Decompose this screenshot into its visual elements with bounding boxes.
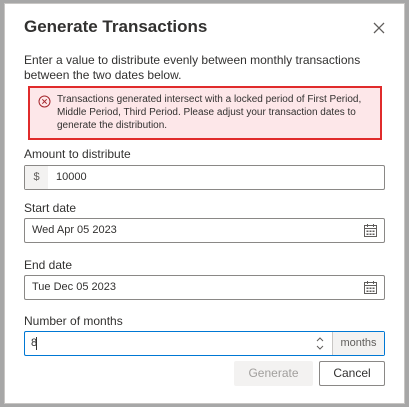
currency-prefix: $ — [25, 166, 48, 189]
amount-field[interactable]: $ 10000 — [24, 165, 385, 190]
error-message-bar: Transactions generated intersect with a … — [28, 86, 382, 140]
cancel-button[interactable]: Cancel — [319, 361, 385, 386]
close-icon — [373, 22, 385, 34]
calendar-icon[interactable] — [364, 281, 377, 294]
amount-input[interactable]: 10000 — [56, 166, 87, 189]
spinner-arrows-icon[interactable] — [315, 335, 325, 352]
start-date-label: Start date — [24, 201, 77, 215]
dialog-title: Generate Transactions — [24, 17, 208, 36]
generate-transactions-dialog: Generate Transactions Enter a value to d… — [4, 3, 405, 404]
amount-label: Amount to distribute — [24, 147, 131, 161]
end-date-input[interactable]: Tue Dec 05 2023 — [32, 276, 116, 299]
error-circle-icon — [38, 95, 51, 108]
close-button[interactable] — [369, 18, 389, 38]
error-message-text: Transactions generated intersect with a … — [57, 94, 362, 131]
start-date-input[interactable]: Wed Apr 05 2023 — [32, 219, 117, 242]
dialog-description: Enter a value to distribute evenly betwe… — [24, 53, 361, 82]
text-cursor — [36, 337, 37, 350]
start-date-field[interactable]: Wed Apr 05 2023 — [24, 218, 385, 243]
end-date-field[interactable]: Tue Dec 05 2023 — [24, 275, 385, 300]
calendar-icon[interactable] — [364, 224, 377, 237]
generate-button[interactable]: Generate — [234, 361, 313, 386]
months-field[interactable]: 8 months — [24, 331, 385, 356]
months-label: Number of months — [24, 314, 123, 328]
months-suffix: months — [332, 332, 384, 355]
end-date-label: End date — [24, 258, 73, 272]
